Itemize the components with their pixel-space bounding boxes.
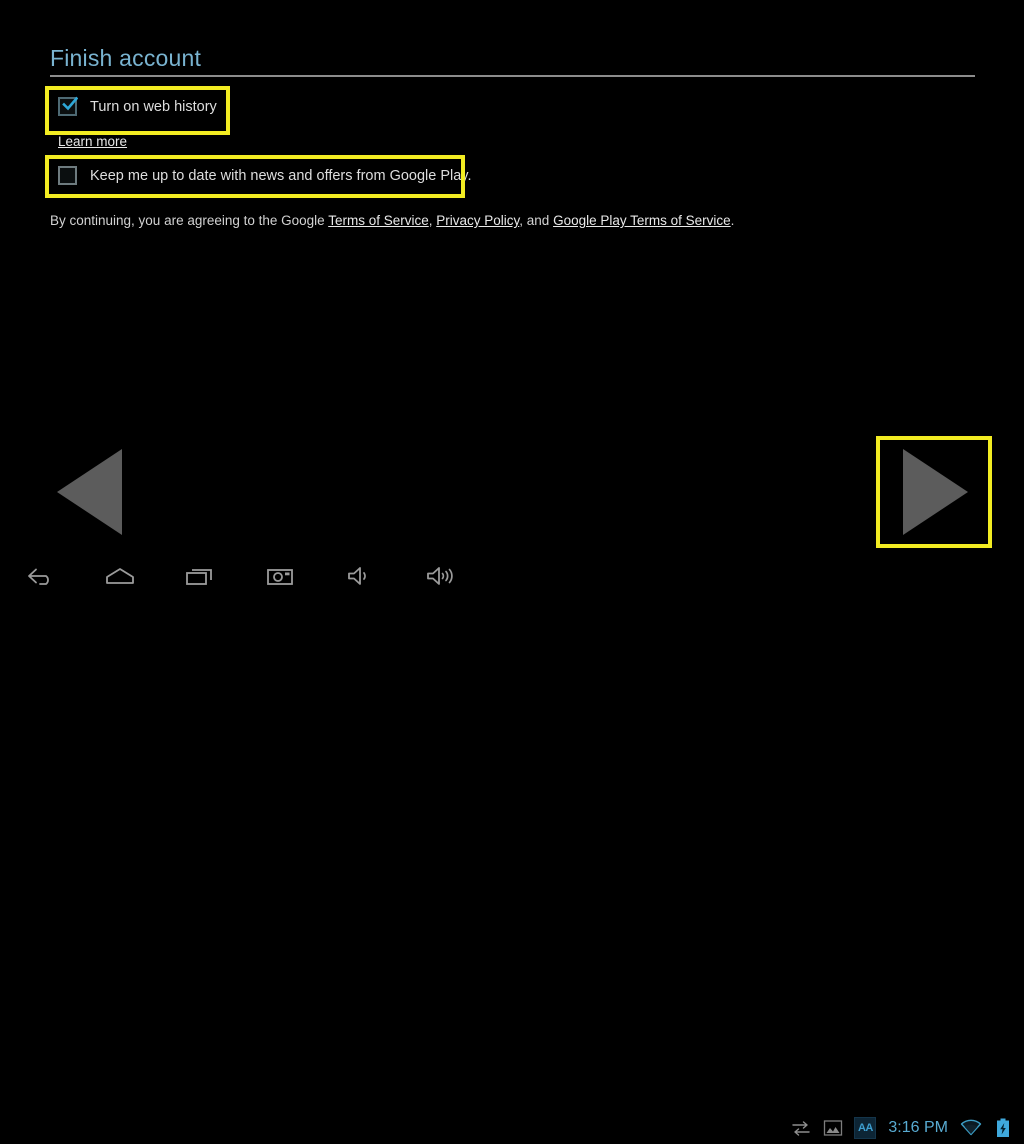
volume-up-icon[interactable] xyxy=(416,560,464,592)
battery-charging-icon xyxy=(992,1117,1014,1139)
system-navigation-bar: AA 3:16 PM xyxy=(0,552,1024,1139)
legal-sep-2: , and xyxy=(519,213,554,228)
wifi-icon xyxy=(960,1117,982,1139)
legal-prefix: By continuing, you are agreeing to the G… xyxy=(50,213,329,228)
status-tray[interactable]: AA 3:16 PM xyxy=(790,1112,1014,1144)
setup-wizard-screen: Finish account Turn on web history Learn… xyxy=(0,0,1024,552)
page-title: Finish account xyxy=(50,45,202,71)
google-play-terms-link[interactable]: Google Play Terms of Service xyxy=(553,213,731,228)
data-transfer-icon xyxy=(790,1117,812,1139)
checkbox-label-web-history: Turn on web history xyxy=(90,98,217,115)
checkbox-row-web-history[interactable]: Turn on web history xyxy=(58,96,217,116)
terms-of-service-link[interactable]: Terms of Service xyxy=(328,213,429,228)
font-size-badge[interactable]: AA xyxy=(854,1117,877,1139)
checkbox-web-history[interactable] xyxy=(58,96,78,116)
learn-more-link[interactable]: Learn more xyxy=(58,134,127,149)
gallery-icon xyxy=(822,1117,844,1139)
next-arrow-button[interactable] xyxy=(903,449,968,535)
legal-suffix: . xyxy=(730,213,735,228)
title-divider xyxy=(50,75,975,77)
recents-icon[interactable] xyxy=(176,560,224,592)
home-icon[interactable] xyxy=(96,560,144,592)
legal-agreement-text: By continuing, you are agreeing to the G… xyxy=(50,213,734,228)
screenshot-icon[interactable] xyxy=(256,560,304,592)
checkbox-row-news-offers[interactable]: Keep me up to date with news and offers … xyxy=(58,166,472,185)
privacy-policy-link[interactable]: Privacy Policy xyxy=(436,213,519,228)
checkbox-news-offers[interactable] xyxy=(58,166,77,185)
back-icon[interactable] xyxy=(16,560,64,592)
checkmark-icon xyxy=(62,96,78,112)
status-clock[interactable]: 3:16 PM xyxy=(886,1119,950,1137)
volume-down-icon[interactable] xyxy=(336,560,384,592)
previous-arrow-button[interactable] xyxy=(57,449,122,535)
checkbox-label-news-offers: Keep me up to date with news and offers … xyxy=(90,167,472,184)
